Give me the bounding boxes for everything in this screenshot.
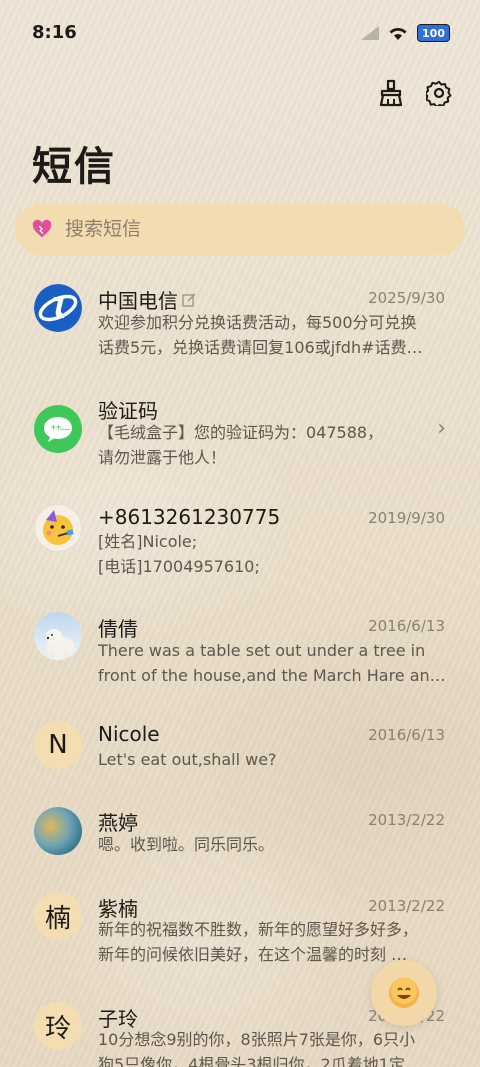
polar-bear-photo-avatar — [34, 612, 82, 660]
status-time: 8:16 — [32, 22, 77, 43]
preview-line: [姓名]Nicole; — [98, 532, 198, 551]
battery-indicator: 100 — [417, 24, 450, 42]
preview-line: front of the house,and the March Hare an… — [98, 666, 446, 685]
conversation-name: Nicole — [98, 722, 160, 746]
preview-line: There was a table set out under a tree i… — [98, 641, 426, 660]
conversation-preview: Let's eat out,shall we? — [98, 747, 448, 772]
signal-icon — [361, 26, 380, 40]
gear-icon — [426, 80, 452, 106]
conversation-item[interactable]: 倩倩 2016/6/13 There was a table set out u… — [0, 602, 480, 707]
conversation-preview: 欢迎参加积分兑换话费活动，每500分可兑换 话费5元，兑换话费请回复106或jf… — [98, 310, 448, 360]
conversation-date: 2013/2/22 — [368, 897, 445, 915]
conversation-date: 2019/9/30 — [368, 509, 445, 527]
conversation-item[interactable]: +8613261230775 2019/9/30 [姓名]Nicole; [电话… — [0, 494, 480, 599]
settings-button[interactable] — [424, 78, 454, 108]
preview-line: 嗯。收到啦。同乐同乐。 — [98, 835, 275, 854]
search-bar[interactable] — [15, 203, 465, 255]
preview-line: 10分想念9别的你，8张照片7张是你，6只小 — [98, 1030, 416, 1049]
conversation-name: +8613261230775 — [98, 505, 281, 529]
polar-bear-icon — [46, 629, 74, 658]
conversation-item[interactable]: 燕婷 2013/2/22 嗯。收到啦。同乐同乐。 — [0, 797, 480, 882]
page-title: 短信 — [32, 144, 116, 190]
letter-avatar: 楠 — [34, 892, 82, 940]
emoji-fab-button[interactable] — [371, 960, 437, 1026]
status-icons: 100 — [361, 24, 450, 42]
photo-avatar — [34, 807, 82, 855]
conversation-preview: [姓名]Nicole; [电话]17004957610; — [98, 529, 448, 579]
conversation-preview: 嗯。收到啦。同乐同乐。 — [98, 832, 448, 857]
conversation-preview: There was a table set out under a tree i… — [98, 638, 448, 688]
preview-line: 新年的祝福数不胜数，新年的愿望好多好多， — [98, 920, 419, 939]
preview-line: 请勿泄露于他人！ — [98, 448, 227, 467]
conversation-item[interactable]: ** — 验证码 【毛绒盒子】您的验证码为：047588， 请勿泄露于他人！ › — [0, 382, 480, 487]
broom-icon — [379, 79, 403, 107]
status-bar: 8:16 100 — [0, 0, 480, 66]
chevron-right-icon: › — [437, 416, 446, 441]
message-app-avatar: ** — — [34, 405, 82, 453]
edit-note-icon — [182, 293, 196, 307]
wifi-icon — [389, 27, 407, 40]
conversation-date: 2025/9/30 — [368, 289, 445, 307]
clean-brush-button[interactable] — [376, 78, 406, 108]
party-emoji-avatar — [34, 504, 82, 552]
top-actions — [376, 78, 454, 108]
preview-line: 话费5元，兑换话费请回复106或jfdh#话费… — [98, 338, 423, 357]
conversation-preview: 【毛绒盒子】您的验证码为：047588， 请勿泄露于他人！ — [98, 420, 448, 470]
chat-bubble-icon: ** — — [44, 417, 72, 442]
china-telecom-logo-icon — [34, 284, 82, 332]
preview-line: [电话]17004957610; — [98, 557, 260, 576]
conversation-item[interactable]: 中国电信 2025/9/30 欢迎参加积分兑换话费活动，每500分可兑换 话费5… — [0, 272, 480, 377]
smiley-face-icon — [389, 978, 419, 1008]
preview-line: 【毛绒盒子】您的验证码为：047588， — [98, 423, 384, 442]
letter-avatar: 玲 — [34, 1002, 82, 1050]
conversation-item[interactable]: N Nicole 2016/6/13 Let's eat out,shall w… — [0, 712, 480, 797]
preview-line: 欢迎参加积分兑换话费活动，每500分可兑换 — [98, 313, 417, 332]
svg-text:—: — — [60, 424, 70, 435]
conversation-date: 2013/2/22 — [368, 811, 445, 829]
conversation-date: 2016/6/13 — [368, 726, 445, 744]
search-input[interactable] — [65, 218, 445, 240]
heart-icon — [32, 219, 52, 238]
preview-line: 狗5只像你，4根骨头3根归你，2爪着地1定 — [98, 1055, 405, 1067]
party-face-icon — [43, 510, 74, 545]
conversation-preview: 10分想念9别的你，8张照片7张是你，6只小 狗5只像你，4根骨头3根归你，2爪… — [98, 1027, 448, 1067]
china-telecom-logo-avatar — [34, 284, 82, 332]
conversation-preview: 新年的祝福数不胜数，新年的愿望好多好多， 新年的问候依旧美好，在这个温馨的时刻 … — [98, 917, 448, 967]
preview-line: Let's eat out,shall we? — [98, 750, 277, 769]
letter-avatar: N — [34, 721, 82, 769]
conversation-date: 2016/6/13 — [368, 617, 445, 635]
